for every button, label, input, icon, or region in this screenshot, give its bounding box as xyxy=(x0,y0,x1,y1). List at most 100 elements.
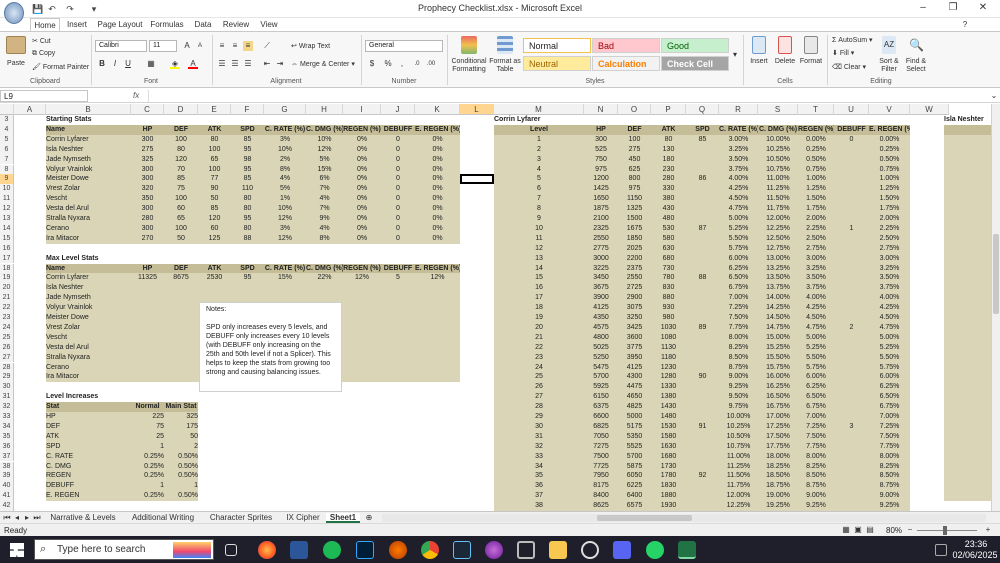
table-cell[interactable]: 8.50% xyxy=(869,471,910,482)
table-cell[interactable]: 13.50% xyxy=(758,273,798,284)
table-cell[interactable] xyxy=(944,204,991,215)
table-cell[interactable]: Vesta del Arul xyxy=(46,204,131,215)
table-cell[interactable] xyxy=(415,322,460,333)
format-as-table-button[interactable]: Format as Table xyxy=(488,36,522,74)
table-cell[interactable] xyxy=(343,352,381,363)
table-cell[interactable]: 1130 xyxy=(651,342,686,353)
autosum-button[interactable]: Σ AutoSum ▾ xyxy=(832,36,873,44)
table-cell[interactable]: 6.50% xyxy=(719,273,758,284)
grow-font-icon[interactable]: A xyxy=(182,41,192,51)
row-header-24[interactable]: 24 xyxy=(0,322,14,333)
table-cell[interactable]: 2530 xyxy=(198,273,231,284)
table-cell[interactable]: 0.75% xyxy=(798,164,834,175)
table-cell[interactable]: 12% xyxy=(306,144,343,155)
table-cell[interactable]: 13.00% xyxy=(758,253,798,264)
table-cell[interactable]: Vescht xyxy=(46,332,131,343)
clock-time[interactable]: 23:36 xyxy=(955,539,997,549)
table-cell[interactable]: 2025 xyxy=(618,243,651,254)
column-header-r[interactable]: R xyxy=(719,104,758,115)
table-cell[interactable]: 1 xyxy=(164,481,198,492)
table-cell[interactable]: 0.50% xyxy=(164,471,198,482)
table-cell[interactable]: 5 xyxy=(494,174,584,185)
table-cell[interactable]: 1530 xyxy=(651,421,686,432)
table-header[interactable]: HP xyxy=(131,263,164,274)
table-cell[interactable]: 17 xyxy=(494,293,584,304)
table-cell[interactable]: 18.75% xyxy=(758,481,798,492)
table-header[interactable]: REGEN (%) xyxy=(343,124,381,135)
table-header[interactable]: C. RATE (%) xyxy=(264,124,306,135)
table-cell[interactable]: 5.00% xyxy=(798,332,834,343)
table-cell[interactable]: 0.25% xyxy=(131,461,164,472)
table-header[interactable]: SPD xyxy=(231,124,264,135)
table-cell[interactable] xyxy=(944,402,991,413)
redo-icon[interactable]: ↷ xyxy=(64,3,76,15)
table-cell[interactable]: 13 xyxy=(494,253,584,264)
table-cell[interactable]: 27 xyxy=(494,392,584,403)
table-cell[interactable]: Corrin Lyfarer xyxy=(46,273,131,284)
column-header-f[interactable]: F xyxy=(231,104,264,115)
table-cell[interactable]: 0% xyxy=(343,223,381,234)
column-header-u[interactable]: U xyxy=(834,104,869,115)
column-header-a[interactable]: A xyxy=(14,104,46,115)
chrome-icon[interactable] xyxy=(421,541,439,559)
table-cell[interactable]: 34 xyxy=(494,461,584,472)
page-layout-view-icon[interactable]: ▣ xyxy=(853,525,863,535)
table-cell[interactable]: 33 xyxy=(494,451,584,462)
table-cell[interactable] xyxy=(686,263,719,274)
table-cell[interactable]: 6.25% xyxy=(869,382,910,393)
style-normal[interactable]: Normal xyxy=(523,38,591,53)
table-cell[interactable]: 7.25% xyxy=(719,303,758,314)
table-cell[interactable]: 70 xyxy=(164,164,198,175)
table-cell[interactable] xyxy=(944,283,991,294)
style-check-cell[interactable]: Check Cell xyxy=(661,56,729,71)
align-middle-icon[interactable]: ≡ xyxy=(230,41,240,51)
table-cell[interactable]: 16.75% xyxy=(758,402,798,413)
table-cell[interactable]: 630 xyxy=(651,243,686,254)
table-cell[interactable]: Jade Nymseth xyxy=(46,293,131,304)
table-cell[interactable]: 5875 xyxy=(618,461,651,472)
isla-neshter-title[interactable]: Isla Neshter xyxy=(944,115,991,125)
table-cell[interactable]: 12% xyxy=(415,273,460,284)
table-cell[interactable]: 0% xyxy=(343,164,381,175)
table-cell[interactable]: 7% xyxy=(306,204,343,215)
table-cell[interactable]: 1.50% xyxy=(798,194,834,205)
table-cell[interactable]: 525 xyxy=(584,144,618,155)
align-right-icon[interactable]: ☰ xyxy=(243,59,253,69)
table-cell[interactable]: 10.50% xyxy=(758,154,798,165)
table-cell[interactable] xyxy=(686,313,719,323)
table-cell[interactable]: 15% xyxy=(306,164,343,175)
table-cell[interactable]: 1180 xyxy=(651,352,686,363)
table-cell[interactable]: 1330 xyxy=(651,382,686,393)
table-cell[interactable]: 3.25% xyxy=(869,263,910,274)
tab-page-layout[interactable]: Page Layout xyxy=(96,18,144,31)
table-header[interactable]: HP xyxy=(584,124,618,135)
table-cell[interactable]: 31 xyxy=(494,431,584,442)
table-cell[interactable]: 800 xyxy=(618,174,651,185)
table-cell[interactable]: 0 xyxy=(381,214,415,224)
table-cell[interactable]: 7.50% xyxy=(869,431,910,442)
row-header-33[interactable]: 33 xyxy=(0,412,14,422)
table-cell[interactable]: 6150 xyxy=(584,392,618,403)
row-header-7[interactable]: 7 xyxy=(0,154,14,165)
table-cell[interactable]: 1480 xyxy=(651,412,686,422)
italic-icon[interactable]: I xyxy=(110,59,120,69)
sheet-tab-narrative[interactable]: Narrative & Levels xyxy=(44,513,122,523)
align-center-icon[interactable]: ☰ xyxy=(230,59,240,69)
increase-indent-icon[interactable]: ⇥ xyxy=(275,59,285,69)
table-cell[interactable]: 120 xyxy=(198,214,231,224)
table-cell[interactable]: 275 xyxy=(618,144,651,155)
table-cell[interactable]: 18 xyxy=(494,303,584,314)
table-cell[interactable] xyxy=(415,283,460,294)
table-cell[interactable]: 300 xyxy=(131,204,164,215)
row-header-28[interactable]: 28 xyxy=(0,362,14,373)
table-header[interactable]: C. RATE (%) xyxy=(719,124,758,135)
table-cell[interactable] xyxy=(131,303,164,314)
table-cell[interactable]: 4.00% xyxy=(719,174,758,185)
table-cell[interactable]: 20 xyxy=(494,322,584,333)
table-cell[interactable]: 0% xyxy=(415,164,460,175)
table-cell[interactable] xyxy=(131,283,164,294)
table-cell[interactable]: 16.25% xyxy=(758,382,798,393)
table-cell[interactable]: 2725 xyxy=(618,283,651,294)
table-cell[interactable]: 22 xyxy=(494,342,584,353)
table-cell[interactable]: 0% xyxy=(343,204,381,215)
